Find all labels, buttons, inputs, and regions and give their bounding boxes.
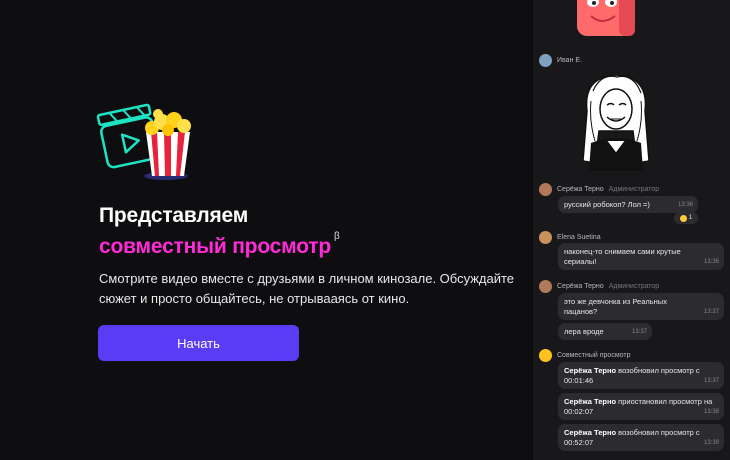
system-actor-name: Серёжа Терно: [564, 428, 617, 437]
laugh-emoji-icon: [679, 214, 687, 222]
beta-badge: β: [334, 231, 340, 242]
author-name: Серёжа Терно: [557, 186, 604, 193]
message-time: 13:37: [703, 309, 719, 315]
system-message: Серёжа Терно возобновил просмотр с 00:01…: [558, 362, 724, 389]
cinema-popcorn-icon: [96, 103, 191, 180]
popcorn-avatar-icon: [539, 349, 552, 362]
sticker-creature-icon: [577, 0, 635, 36]
headline-line2: совместный просмотр β: [99, 229, 340, 260]
headline-highlight: совместный просмотр: [99, 235, 332, 258]
avatar: [539, 54, 552, 67]
avatar: [539, 280, 552, 293]
system-actor-name: Серёжа Терно: [564, 366, 617, 375]
message-time: 13:36: [703, 259, 719, 265]
avatar: [539, 231, 552, 244]
chat-author: Иван Е.: [539, 54, 582, 67]
reaction-badge[interactable]: 1: [674, 212, 698, 224]
message-time: 13:36: [677, 202, 693, 208]
promo-panel: Представляем совместный просмотр β Смотри…: [0, 0, 533, 460]
description: Смотрите видео вместе с друзьями в лично…: [99, 271, 515, 306]
author-name: Elena Suetina: [557, 234, 601, 241]
chat-message: русский робокоп? Лол =) 13:36: [558, 196, 698, 213]
message-text: это же девчонка из Реальных пацанов?: [564, 297, 667, 316]
headline-line1: Представляем: [99, 204, 249, 227]
start-button[interactable]: Начать: [98, 325, 299, 361]
author-name: Серёжа Терно: [557, 283, 604, 290]
chat-message: лера вроде 13:37: [558, 323, 652, 340]
system-message: Серёжа Терно возобновил просмотр с 00:52…: [558, 424, 724, 451]
chat-author: Серёжа Терно Администратор: [539, 183, 659, 196]
message-text: наконец-то снимаем сами крутые сериалы!: [564, 247, 681, 266]
system-actor-name: Серёжа Терно: [564, 397, 617, 406]
chat-author: Совместный просмотр: [539, 349, 630, 362]
author-name: Совместный просмотр: [557, 352, 631, 359]
author-role: Администратор: [608, 186, 660, 193]
message-time: 13:37: [703, 378, 719, 384]
sticker-girl-icon: [582, 74, 650, 171]
avatar: [539, 183, 552, 196]
message-text: русский робокоп? Лол =): [564, 200, 650, 209]
message-time: 13:39: [703, 440, 719, 446]
message-time: 13:38: [703, 409, 719, 415]
chat-message: наконец-то снимаем сами крутые сериалы! …: [558, 243, 724, 270]
message-time: 13:37: [631, 329, 647, 335]
chat-author: Серёжа Терно Администратор: [539, 280, 659, 293]
author-role: Администратор: [608, 283, 660, 290]
system-message: Серёжа Терно приостановил просмотр на 00…: [558, 393, 724, 420]
chat-panel: Иван Е. Серёжа Терно Администратор русск…: [533, 0, 730, 460]
message-text: лера вроде: [564, 327, 604, 336]
reaction-count: 1: [688, 215, 693, 221]
page-title: Представляем совместный просмотр β: [99, 202, 340, 260]
author-name: Иван Е.: [557, 57, 582, 64]
chat-message: это же девчонка из Реальных пацанов? 13:…: [558, 293, 724, 320]
